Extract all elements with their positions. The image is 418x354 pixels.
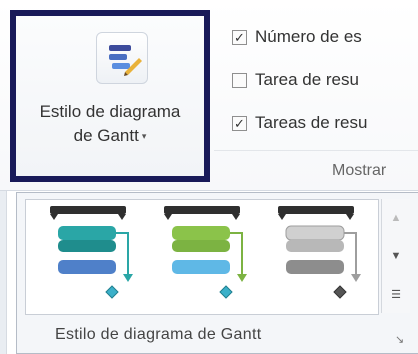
gantt-style-icon [96, 32, 148, 84]
gantt-style-blue[interactable] [44, 204, 144, 308]
checkbox-number-label: Número de es [255, 27, 362, 46]
gallery-scroll-up-button[interactable]: ▲ [381, 199, 410, 237]
gantt-style-label-line2: de Gantt ▾ [73, 126, 147, 145]
gantt-style-green[interactable] [158, 204, 258, 308]
gallery-items [25, 199, 379, 315]
checkbox-summary-task-label: Tarea de resu [255, 70, 359, 89]
group-separator [214, 150, 418, 151]
checkbox-number[interactable]: ✓ [232, 29, 247, 45]
gallery-scroll-down-button[interactable]: ▼ [381, 237, 410, 275]
gallery-title: Estilo de diagrama de Gantt [55, 326, 262, 343]
gantt-style-label-line1: Estilo de diagrama [39, 102, 181, 121]
gantt-style-gray[interactable] [272, 204, 372, 308]
show-group-title: Mostrar [332, 162, 387, 179]
chevron-down-icon: ▾ [141, 131, 147, 141]
checkbox-number-row[interactable]: ✓ Número de es [232, 24, 418, 50]
gallery-more-button[interactable]: ☰ [381, 275, 410, 313]
more-icon: ☰ [391, 288, 401, 301]
checkbox-summary-tasks-label: Tareas de resu [255, 113, 368, 132]
checkbox-summary-task-row[interactable]: Tarea de resu [232, 67, 418, 93]
chevron-down-icon: ▼ [390, 250, 402, 262]
dialog-launcher-icon[interactable]: ↘ [395, 333, 404, 346]
gantt-style-gallery: ▲ ▼ ☰ Estilo de diagrama de Gantt ↘ [16, 192, 418, 354]
ribbon-format-tab: Estilo de diagrama de Gantt ▾ ✓ Número de… [0, 0, 418, 191]
checkbox-summary-tasks[interactable]: ✓ [232, 115, 247, 131]
gantt-chart-style-button[interactable]: Estilo de diagrama de Gantt ▾ [10, 10, 210, 182]
checkbox-summary-tasks-row[interactable]: ✓ Tareas de resu [232, 110, 418, 136]
chevron-up-icon: ▲ [390, 212, 402, 224]
checkbox-summary-task[interactable] [232, 72, 247, 88]
